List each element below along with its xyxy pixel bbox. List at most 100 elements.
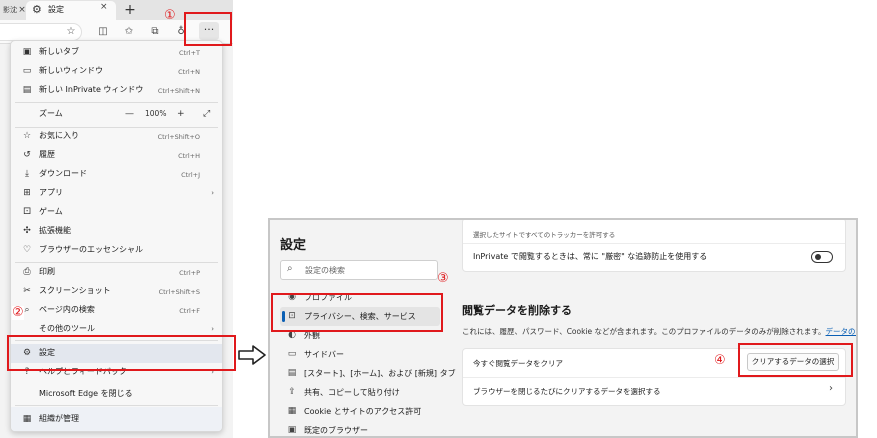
menu-item-shortcut: Ctrl+T [179,49,200,57]
menu-item-screenshot[interactable]: ✂ スクリーンショット Ctrl+Shift+S [11,282,222,301]
sidebar-item-sidebar[interactable]: ▭ サイドバー [280,345,440,364]
menu-item-close-edge[interactable]: Microsoft Edge を閉じる [11,385,222,404]
sidebar-item-label: サイドバー [304,350,344,359]
menu-item-shortcut: Ctrl+Shift+O [157,133,200,141]
zoom-in-button[interactable]: + [177,108,185,120]
inprivate-strict-label: InPrivate で閲覧するときは、常に "厳密" な追跡防止を使用する [473,252,708,261]
menu-item-downloads[interactable]: ⤓ ダウンロード Ctrl+J [11,165,222,184]
menu-item-label: 履歴 [39,150,55,159]
menu-item-shortcut: Ctrl+N [178,68,200,76]
close-icon[interactable]: × [100,2,108,12]
menu-item-zoom: ズーム — 100% + ⤢ [11,105,222,124]
menu-item-games[interactable]: ⚀ ゲーム [11,203,222,222]
zoom-label: ズーム [39,109,63,118]
start-home-icon: ▤ [287,368,297,378]
clear-on-close-label[interactable]: ブラウザーを閉じるたびにクリアするデータを選択する [473,386,661,397]
tab-settings[interactable]: ⚙ 設定 × [26,1,116,20]
highlight-settings-item [7,335,236,371]
menu-item-history[interactable]: ↺ 履歴 Ctrl+H [11,146,222,165]
heart-icon: ♡ [22,245,32,255]
partial-tab-title: 影沈 [3,6,17,14]
menu-item-label: 新しいタブ [39,47,79,56]
favorite-star-icon[interactable]: ☆ [62,23,80,41]
menu-item-label: ダウンロード [39,169,87,178]
clear-now-label: 今すぐ閲覧データをクリア [473,359,563,368]
manage-data-link[interactable]: データの管理 [826,327,856,336]
menu-item-label: ブラウザーのエッセンシャル [39,245,143,254]
split-screen-icon[interactable]: ◫ [94,23,112,41]
print-icon: ⎙ [23,267,31,277]
screenshot-icon: ✂ [23,286,31,296]
sidebar-item-label: Cookie とサイトのアクセス許可 [304,407,422,416]
menu-item-favorites[interactable]: ☆ お気に入り Ctrl+Shift+O [11,127,222,146]
menu-item-label: 組織が管理 [39,414,79,423]
menu-item-extensions[interactable]: ✣ 拡張機能 [11,222,222,241]
sidebar-item-cookies[interactable]: ▦ Cookie とサイトのアクセス許可 [280,402,440,421]
menu-item-new-window[interactable]: ▭ 新しいウィンドウ Ctrl+N [11,62,222,81]
inprivate-strict-toggle[interactable] [811,251,833,263]
menu-item-shortcut: Ctrl+Shift+S [158,288,200,296]
menu-item-label: ゲーム [39,207,63,216]
inprivate-icon: ▤ [22,85,32,95]
search-icon: ⌕ [287,263,293,274]
chevron-right-icon[interactable]: › [829,383,833,394]
apps-icon: ⊞ [23,188,31,198]
divider [15,102,218,103]
managed-icon: ▦ [22,414,32,424]
description-text: これには、履歴、パスワード、Cookie などが含まれます。このプロファイルのデ… [462,327,826,336]
menu-item-label: 新しい InPrivate ウィンドウ [39,85,144,94]
settings-and-more-menu: ▣ 新しいタブ Ctrl+T ▭ 新しいウィンドウ Ctrl+N ▤ 新しい I… [10,40,223,432]
menu-item-label: スクリーンショット [39,286,111,295]
cookie-icon: ▦ [287,406,297,416]
menu-item-apps[interactable]: ⊞ アプリ › [11,184,222,203]
menu-item-print[interactable]: ⎙ 印刷 Ctrl+P [11,263,222,282]
chevron-right-icon: › [211,189,214,197]
menu-item-label: その他のツール [39,324,95,333]
step-number-4: ④ [714,353,726,368]
settings-search-input[interactable]: ⌕ 設定の検索 [280,260,438,280]
games-icon: ⚀ [23,207,31,217]
settings-content: 選択したサイトですべてのトラッカーを許可する InPrivate で閲覧するとき… [456,220,856,436]
page-title: 設定 [280,238,307,253]
new-tab-icon: ▣ [22,47,32,57]
menu-item-label: 新しいウィンドウ [39,66,103,75]
new-tab-button[interactable]: + [122,0,138,20]
menu-item-label: Microsoft Edge を閉じる [39,389,133,398]
new-window-icon: ▭ [22,66,32,76]
search-placeholder: 設定の検索 [305,266,345,275]
divider [463,377,845,378]
arrow-right-icon [238,345,266,365]
menu-item-browser-essentials[interactable]: ♡ ブラウザーのエッセンシャル [11,241,222,260]
chevron-right-icon: › [211,325,214,333]
divider [15,405,218,406]
step-number-2: ② [12,305,24,320]
gear-icon: ⚙ [32,3,42,16]
menu-item-label: アプリ [39,188,63,197]
browser-window: 影沈 × ⚙ 設定 × + ☆ ◫ ✩ ⧉ ♁ ··· ▣ 新しいタブ Ctrl… [0,0,233,438]
step-number-1: ① [164,8,176,23]
section-description: これには、履歴、パスワード、Cookie などが含まれます。このプロファイルのデ… [462,326,856,337]
menu-item-shortcut: Ctrl+Shift+N [157,87,200,95]
menu-item-inprivate[interactable]: ▤ 新しい InPrivate ウィンドウ Ctrl+Shift+N [11,81,222,100]
menu-item-managed-by-org[interactable]: ▦ 組織が管理 [11,407,222,431]
sidebar-item-default-browser[interactable]: ▣ 既定のブラウザー [280,421,440,436]
section-heading: 閲覧データを削除する [462,304,572,317]
history-icon: ↺ [23,150,31,160]
tracker-allow-text[interactable]: 選択したサイトですべてのトラッカーを許可する [473,229,615,239]
default-browser-icon: ▣ [287,425,297,435]
sidebar-item-share-copy-paste[interactable]: ⇪ 共有、コピーして貼り付け [280,383,440,402]
menu-item-label: ページ内の検索 [39,305,95,314]
zoom-out-button[interactable]: — [125,108,134,120]
favorites-icon[interactable]: ✩ [120,23,138,41]
sidebar-item-label: 既定のブラウザー [304,426,368,435]
tracking-card: 選択したサイトですべてのトラッカーを許可する InPrivate で閲覧するとき… [462,220,846,272]
menu-item-shortcut: Ctrl+F [179,307,200,315]
collections-icon[interactable]: ⧉ [146,23,164,41]
fullscreen-icon[interactable]: ⤢ [203,108,210,120]
highlight-clear-button [738,343,853,377]
step-number-3: ③ [437,271,449,286]
menu-item-find-on-page[interactable]: ⌕ ページ内の検索 Ctrl+F [11,301,222,320]
sidebar-item-start-home[interactable]: ▤ [スタート]、[ホーム]、および [新規] タブ [280,364,456,383]
menu-item-label: お気に入り [39,131,79,140]
menu-item-shortcut: Ctrl+P [179,269,200,277]
